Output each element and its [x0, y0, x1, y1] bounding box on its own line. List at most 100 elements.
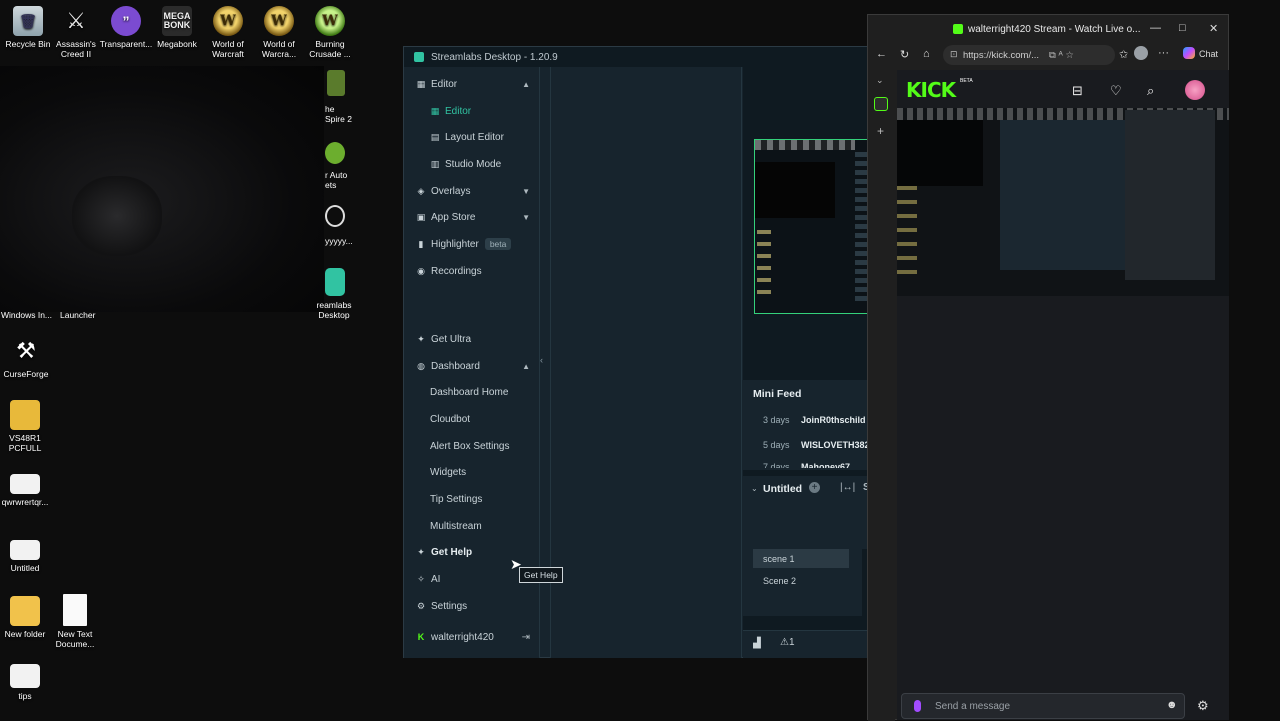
nav-dashboard[interactable]: ◍ Dashboard ▲: [404, 355, 540, 377]
browser-window: walterright420 Stream - Watch Live o... …: [867, 14, 1229, 721]
untitled-file-icon[interactable]: Untitled: [0, 540, 53, 573]
back-icon[interactable]: ←: [876, 48, 887, 60]
preview-desktop-icons: [757, 230, 771, 300]
nav-studio-mode[interactable]: ▥ Studio Mode: [404, 153, 540, 175]
video-webcam: [897, 120, 983, 186]
nav-label: Tip Settings: [430, 493, 483, 505]
curseforge-icon[interactable]: ⚒ CurseForge: [0, 336, 54, 380]
chat-button[interactable]: Chat: [1199, 49, 1218, 59]
url-text: https://kick.com/...: [963, 49, 1040, 61]
add-scene-icon[interactable]: +: [809, 482, 820, 493]
burning-crusade-icon[interactable]: W Burning Crusade ...: [302, 6, 358, 59]
assassin-logo-icon: ⚔: [66, 8, 86, 33]
search-icon[interactable]: ⌕: [1147, 83, 1154, 99]
address-bar-actions-icon[interactable]: ⧉ ᴬ ☆: [1049, 50, 1074, 61]
nav-dashboard-home[interactable]: Dashboard Home: [404, 381, 540, 403]
home-icon[interactable]: ⌂: [923, 48, 930, 60]
microphone-icon[interactable]: [914, 700, 921, 712]
feed-user[interactable]: Mahoney67: [801, 462, 850, 468]
folder-icon: [10, 400, 40, 430]
address-bar[interactable]: ⊡ https://kick.com/... ⧉ ᴬ ☆: [943, 45, 1115, 65]
tab-title[interactable]: walterright420 Stream - Watch Live o...: [968, 24, 1140, 35]
nav-recordings[interactable]: ◉ Recordings: [404, 260, 540, 282]
collapse-sidebar-icon[interactable]: ‹: [540, 355, 543, 365]
nav-widgets[interactable]: Widgets: [404, 461, 540, 483]
vs48r1-folder-icon[interactable]: VS48R1 PCFULL: [0, 400, 53, 453]
nav-get-ultra[interactable]: ✦ Get Ultra: [404, 328, 540, 350]
browser-titlebar[interactable]: walterright420 Stream - Watch Live o... …: [868, 15, 1228, 43]
nav-label: Highlighter: [431, 238, 479, 250]
browse-icon[interactable]: ⊟: [1072, 83, 1083, 99]
help-icon: ✦: [417, 546, 425, 557]
chat-message-input[interactable]: Send a message ☻: [901, 693, 1185, 719]
chevron-up-icon: ▲: [522, 79, 530, 89]
new-tab-icon[interactable]: +: [877, 124, 884, 138]
assassins-creed-icon[interactable]: ⚔ Assassin's Creed II: [48, 6, 104, 60]
scene-collection-name[interactable]: Untitled: [763, 483, 802, 495]
chat-settings-gear-icon[interactable]: ⚙: [1197, 698, 1209, 714]
qwrwrertqr-icon[interactable]: qwrwrertqr...: [0, 474, 53, 507]
feed-user[interactable]: WISLOVETH382: [801, 440, 870, 450]
new-text-document-icon[interactable]: New Text Docume...: [47, 594, 103, 649]
chevron-down-icon[interactable]: ⌄: [876, 75, 884, 86]
nav-label: Get Help: [431, 546, 473, 558]
refresh-icon[interactable]: ↻: [900, 48, 909, 61]
auto-label[interactable]: r Auto ets: [325, 170, 353, 190]
scene-item[interactable]: Scene 2: [753, 571, 849, 590]
feed-time: 3 days: [763, 415, 790, 425]
editor-icon: ▦: [430, 105, 440, 116]
heart-icon[interactable]: ♡: [1110, 83, 1122, 99]
nav-account[interactable]: K walterright420 ⇥: [404, 626, 540, 648]
icon-label: Transparent...: [99, 39, 153, 49]
world-of-warcraft-icon[interactable]: W World of Warcraft: [200, 6, 256, 59]
nav-tip-settings[interactable]: Tip Settings: [404, 488, 540, 510]
launcher-label[interactable]: Launcher: [60, 310, 95, 320]
tips-file-icon[interactable]: tips: [0, 664, 53, 701]
recordings-icon: ◉: [417, 265, 425, 276]
megabonk-icon[interactable]: MEGA BONK Megabonk: [149, 6, 205, 49]
new-folder-icon[interactable]: New folder: [0, 596, 53, 639]
kick-logo[interactable]: KICK: [906, 78, 956, 102]
nav-layout-editor[interactable]: ▤ Layout Editor: [404, 126, 540, 148]
nav-multistream[interactable]: Multistream: [404, 515, 540, 537]
minimize-icon[interactable]: —: [1150, 22, 1161, 34]
stream-preview[interactable]: [754, 139, 874, 314]
transition-icon[interactable]: |↔|: [840, 482, 855, 493]
nav-highlighter[interactable]: ▮ Highlighter beta: [404, 233, 540, 255]
video-browser-window: [1125, 110, 1215, 280]
nav-editor[interactable]: ▦ Editor ▲: [404, 73, 540, 95]
get-help-tooltip: Get Help: [519, 567, 563, 583]
close-icon[interactable]: ✕: [1209, 22, 1218, 35]
logout-icon[interactable]: ⇥: [522, 632, 530, 643]
kick-tab-icon[interactable]: [874, 97, 888, 111]
alert-icon[interactable]: ⚠1: [780, 637, 795, 648]
nav-app-store[interactable]: ▣ App Store ▼: [404, 206, 540, 228]
streamlabs-label[interactable]: reamlabs Desktop: [314, 300, 354, 320]
stats-icon[interactable]: ▟: [753, 638, 761, 649]
profile-avatar[interactable]: [1134, 46, 1148, 60]
nav-settings[interactable]: ⚙ Settings: [404, 595, 540, 617]
emoji-icon[interactable]: ☻: [1166, 699, 1178, 711]
transparent-app-icon[interactable]: ” Transparent...: [98, 6, 154, 49]
user-avatar[interactable]: [1185, 80, 1205, 100]
world-of-warcraft-2-icon[interactable]: W World of Warcra...: [251, 6, 307, 59]
nav-cloudbot[interactable]: Cloudbot: [404, 408, 540, 430]
copilot-icon[interactable]: [1183, 47, 1195, 59]
windows-in-label[interactable]: Windows In...: [1, 310, 52, 320]
favorites-icon[interactable]: ✩: [1119, 48, 1128, 61]
streamlabs-titlebar[interactable]: Streamlabs Desktop - 1.20.9: [404, 47, 872, 67]
nav-alert-box-settings[interactable]: Alert Box Settings: [404, 435, 540, 457]
spire-label[interactable]: he Spire 2: [325, 104, 355, 124]
yyyyy-label[interactable]: yyyyy...: [325, 236, 353, 246]
chevron-down-icon[interactable]: ⌄: [751, 484, 758, 493]
feed-user[interactable]: JoinR0thschild: [801, 415, 866, 425]
nav-editor-sub[interactable]: ▦ Editor: [404, 100, 540, 122]
nav-label: Settings: [431, 600, 468, 612]
nav-overlays[interactable]: ◈ Overlays ▼: [404, 180, 540, 202]
stream-video[interactable]: [897, 108, 1229, 296]
more-icon[interactable]: ···: [1158, 47, 1169, 59]
streamlabs-middle-panel: [550, 67, 742, 658]
scene-item-selected[interactable]: scene 1: [753, 549, 849, 568]
maximize-icon[interactable]: □: [1179, 22, 1186, 34]
streamlabs-logo-icon: [414, 52, 424, 62]
